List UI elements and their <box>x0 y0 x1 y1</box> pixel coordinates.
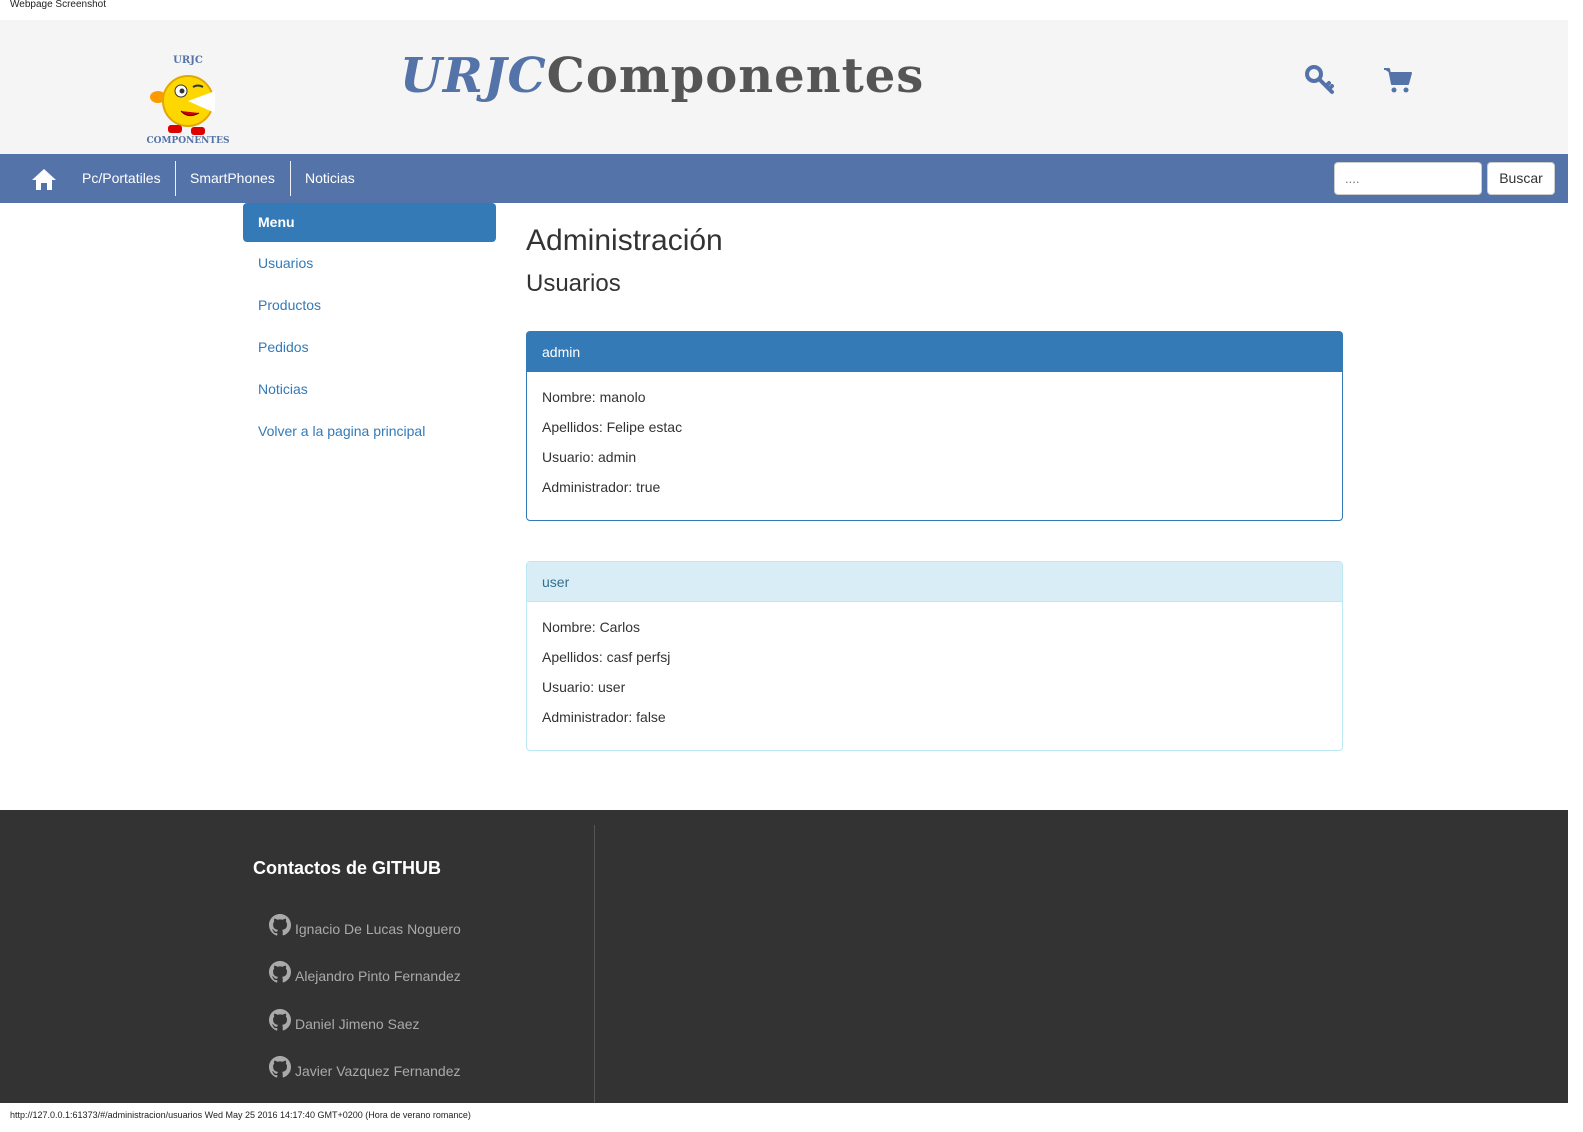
search-input[interactable] <box>1334 162 1482 195</box>
sidebar-item-noticias[interactable]: Noticias <box>243 368 496 410</box>
nav-noticias[interactable]: Noticias <box>290 161 370 196</box>
footer-divider <box>594 825 595 1103</box>
user-usuario: Usuario: user <box>542 679 626 695</box>
home-icon[interactable] <box>30 166 58 192</box>
sidebar-item-productos[interactable]: Productos <box>243 284 496 326</box>
site-footer: Contactos de GITHUB Ignacio De Lucas Nog… <box>0 810 1568 1103</box>
user-administrador: Administrador: true <box>542 479 661 495</box>
user-panel-body: Nombre: manolo Apellidos: Felipe estac U… <box>527 372 1342 520</box>
github-icon <box>269 1009 291 1031</box>
sidebar-menu-header[interactable]: Menu <box>243 203 496 242</box>
user-panel-heading: admin <box>527 332 1342 372</box>
github-contact-name: Daniel Jimeno Saez <box>295 1016 420 1032</box>
footer-title: Contactos de GITHUB <box>253 858 442 878</box>
user-nombre: Nombre: Carlos <box>542 619 641 635</box>
github-icon <box>269 914 291 936</box>
user-administrador: Administrador: false <box>542 709 666 725</box>
brand-part-componentes: Componentes <box>546 48 925 104</box>
page-subtitle: Usuarios <box>526 270 621 297</box>
github-contact-name: Ignacio De Lucas Noguero <box>295 921 461 937</box>
pacman-mascot-icon: URJC COMPONENTES <box>147 55 230 146</box>
logo-bottom-text: COMPONENTES <box>147 136 230 145</box>
nav-pc-portatiles[interactable]: Pc/Portatiles <box>67 161 176 196</box>
main-navbar: Pc/Portatiles SmartPhones Noticias Busca… <box>0 154 1568 203</box>
brand-part-urjc: URJC <box>400 48 547 104</box>
main-content: Administración Usuarios admin Nombre: ma… <box>526 203 1343 751</box>
user-usuario: Usuario: admin <box>542 449 637 465</box>
github-contact-name: Alejandro Pinto Fernandez <box>295 968 461 984</box>
sidebar-item-volver[interactable]: Volver a la pagina principal <box>243 410 496 452</box>
user-nombre: Nombre: manolo <box>542 389 646 405</box>
shopping-cart-icon[interactable] <box>1383 65 1413 95</box>
screenshot-caption: Webpage Screenshot <box>10 0 106 10</box>
user-panel-heading: user <box>527 562 1342 602</box>
user-apellidos: Apellidos: casf perfsj <box>542 649 671 665</box>
github-icon <box>269 961 291 983</box>
sidebar-item-usuarios[interactable]: Usuarios <box>243 242 496 284</box>
page-title: Administración <box>526 224 723 257</box>
logo-top-text: URJC <box>173 55 203 66</box>
github-icon <box>269 1056 291 1078</box>
sidebar-item-pedidos[interactable]: Pedidos <box>243 326 496 368</box>
user-panel-admin: admin Nombre: manolo Apellidos: Felipe e… <box>526 331 1343 521</box>
site-header: URJC COMPONENTES URJCComponentes <box>0 20 1568 154</box>
user-panel-body: Nombre: Carlos Apellidos: casf perfsj Us… <box>527 602 1342 750</box>
site-logo[interactable]: URJC COMPONENTES <box>143 53 233 146</box>
status-url-caption: http://127.0.0.1:61373/#/administracion/… <box>10 1110 471 1120</box>
user-apellidos: Apellidos: Felipe estac <box>542 419 683 435</box>
login-key-icon[interactable] <box>1305 65 1335 95</box>
nav-smartphones[interactable]: SmartPhones <box>175 161 290 196</box>
github-contact-name: Javier Vazquez Fernandez <box>295 1063 461 1079</box>
user-panel-user: user Nombre: Carlos Apellidos: casf perf… <box>526 561 1343 751</box>
search-button[interactable]: Buscar <box>1487 162 1555 195</box>
admin-sidebar-menu: Menu Usuarios Productos Pedidos Noticias… <box>243 203 496 452</box>
brand-title[interactable]: URJCComponentes <box>400 48 924 104</box>
